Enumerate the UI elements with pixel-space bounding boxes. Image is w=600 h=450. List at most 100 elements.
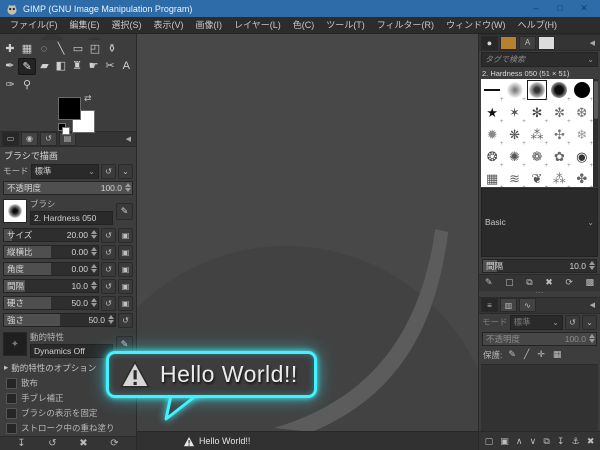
spinner[interactable] — [91, 281, 97, 290]
brush-item[interactable]: ❦ — [526, 167, 549, 188]
brush-thumbnail[interactable] — [3, 199, 27, 223]
document-history-tab[interactable] — [538, 35, 555, 50]
raise-layer-button[interactable]: ∧ — [516, 436, 523, 447]
bucket-fill-tool[interactable]: ⚱ — [104, 41, 120, 56]
maximize-button[interactable]: □ — [548, 0, 572, 17]
menu-item[interactable]: 表示(V) — [148, 17, 190, 33]
layer-mode-reset-button[interactable]: ↺ — [565, 314, 580, 330]
new-brush-button[interactable]: ▢ — [505, 277, 514, 288]
tablet-link-icon[interactable]: ▣ — [118, 261, 133, 277]
channels-tab[interactable]: ▥ — [500, 298, 517, 312]
checkbox-box[interactable] — [6, 377, 17, 389]
layer-mode-dropdown[interactable]: 標準 ⌄ — [509, 314, 563, 330]
new-layer-button[interactable]: ▢ — [485, 436, 494, 447]
measure-tool[interactable]: ╲ — [53, 41, 69, 56]
brush-item[interactable] — [503, 79, 526, 101]
layer-opacity-slider[interactable]: 不透明度 100.0 — [482, 331, 597, 346]
option-checkbox[interactable]: ストローク中の重ね塗り — [0, 421, 136, 436]
dock-menu-button[interactable]: ◀ — [587, 301, 598, 309]
brush-item[interactable] — [571, 79, 593, 101]
brush-item[interactable]: ◉ — [571, 145, 593, 168]
delete-tool-preset-button[interactable]: ✖ — [79, 438, 87, 449]
lock-alpha-button[interactable]: ▦ — [553, 349, 562, 360]
lock-pixels-button[interactable]: ✎ — [508, 349, 516, 360]
duplicate-layer-button[interactable]: ⧉ — [543, 436, 549, 447]
menu-item[interactable]: ファイル(F) — [4, 17, 64, 33]
brush-item[interactable]: ❂ — [481, 145, 504, 168]
menu-item[interactable]: 編集(E) — [64, 17, 106, 33]
brush-item[interactable]: ❁ — [526, 145, 549, 168]
edit-dynamics-icon[interactable]: ✎ — [116, 335, 133, 353]
brush-item[interactable] — [526, 79, 548, 101]
brush-item[interactable]: ❆ — [571, 101, 593, 124]
clone-tool[interactable]: ♜ — [70, 58, 85, 73]
zoom-tool[interactable]: ⚲ — [19, 77, 35, 92]
checkbox-box[interactable] — [6, 392, 17, 404]
close-button[interactable]: ✕ — [572, 0, 596, 17]
layer-list[interactable] — [481, 363, 598, 431]
tablet-link-icon[interactable]: ▣ — [118, 244, 133, 260]
brush-item[interactable]: ❋ — [503, 123, 526, 146]
brush-item[interactable]: ✻ — [526, 101, 549, 124]
blend-space-button[interactable]: ⌄ — [118, 163, 133, 179]
brush-spacing-slider[interactable]: 間隔 10.0 — [482, 258, 597, 273]
tool-options-tab[interactable]: ▭ — [2, 131, 19, 146]
brush-grid-scrollbar[interactable] — [593, 79, 598, 187]
swap-colors-icon[interactable]: ⇄ — [84, 93, 92, 104]
refresh-brushes-button[interactable]: ⟳ — [565, 277, 573, 288]
reset-icon[interactable]: ↺ — [101, 261, 116, 277]
brushes-tab[interactable]: ● — [481, 35, 498, 50]
text-tool[interactable]: A — [119, 58, 134, 73]
brush-name-field[interactable]: 2. Hardness 050 — [30, 210, 113, 225]
save-tool-preset-button[interactable]: ↧ — [17, 438, 25, 449]
dynamics-thumbnail[interactable]: ✦ — [3, 332, 27, 356]
default-colors-icon[interactable] — [58, 123, 70, 135]
open-brush-as-image-button[interactable]: ▩ — [585, 277, 594, 288]
reset-icon[interactable]: ↺ — [101, 278, 116, 294]
reset-tool-options-button[interactable]: ⟳ — [110, 438, 118, 449]
brush-item[interactable]: ★ — [481, 101, 503, 124]
brush-item[interactable] — [548, 79, 570, 101]
paths-tab[interactable]: ∿ — [519, 298, 536, 312]
dynamics-field[interactable]: Dynamics Off — [30, 343, 113, 358]
gradient-tool[interactable]: ◧ — [53, 58, 68, 73]
ink-tool[interactable]: ✒ — [2, 58, 17, 73]
dock-menu-button[interactable]: ◀ — [587, 39, 598, 47]
reset-icon[interactable]: ↺ — [101, 295, 116, 311]
eraser-tool[interactable]: ▰ — [37, 58, 52, 73]
menu-item[interactable]: ツール(T) — [320, 17, 371, 33]
brush-item[interactable]: ✣ — [548, 123, 571, 146]
paintbrush-tool[interactable]: ✎ — [18, 58, 36, 75]
patterns-tab[interactable] — [500, 35, 517, 50]
brush-item[interactable]: ▦ — [481, 167, 503, 188]
crop-tool[interactable]: ▭ — [70, 41, 86, 56]
menu-item[interactable]: 選択(S) — [106, 17, 148, 33]
anchor-layer-button[interactable]: ⚓ — [572, 436, 580, 447]
opacity-slider[interactable]: 不透明度 100.0 — [3, 180, 133, 195]
menu-item[interactable]: フィルター(R) — [371, 17, 440, 33]
smudge-tool[interactable]: ☛ — [86, 58, 101, 73]
color-picker-tool[interactable]: ✑ — [2, 77, 18, 92]
layer-blend-space-button[interactable]: ⌄ — [582, 314, 597, 330]
brush-item[interactable]: ⁂ — [526, 123, 548, 146]
menu-item[interactable]: ヘルプ(H) — [512, 17, 564, 33]
menu-item[interactable]: 画像(I) — [190, 17, 229, 33]
scissors-select-tool[interactable]: ✂ — [102, 58, 117, 73]
menu-item[interactable]: 色(C) — [287, 17, 321, 33]
brush-item[interactable]: ✤ — [571, 167, 593, 188]
delete-layer-button[interactable]: ✖ — [587, 436, 595, 447]
fonts-tab[interactable]: A — [519, 35, 536, 50]
brush-item[interactable]: ✼ — [548, 101, 571, 124]
mode-dropdown[interactable]: 標準 ⌄ — [30, 163, 99, 179]
tag-search-input[interactable] — [485, 55, 588, 64]
brush-item[interactable]: ⁂ — [548, 167, 571, 188]
brush-item[interactable]: ≋ — [503, 167, 526, 188]
duplicate-brush-button[interactable]: ⧉ — [526, 277, 532, 288]
checkbox-box[interactable] — [6, 407, 17, 419]
option-checkbox[interactable]: ブラシの表示を固定 — [0, 406, 136, 421]
spinner[interactable] — [108, 315, 114, 324]
spinner[interactable] — [91, 247, 97, 256]
tablet-link-icon[interactable]: ▣ — [118, 227, 133, 243]
reset-icon[interactable]: ↺ — [101, 227, 116, 243]
move-tool[interactable]: ✚ — [2, 41, 18, 56]
